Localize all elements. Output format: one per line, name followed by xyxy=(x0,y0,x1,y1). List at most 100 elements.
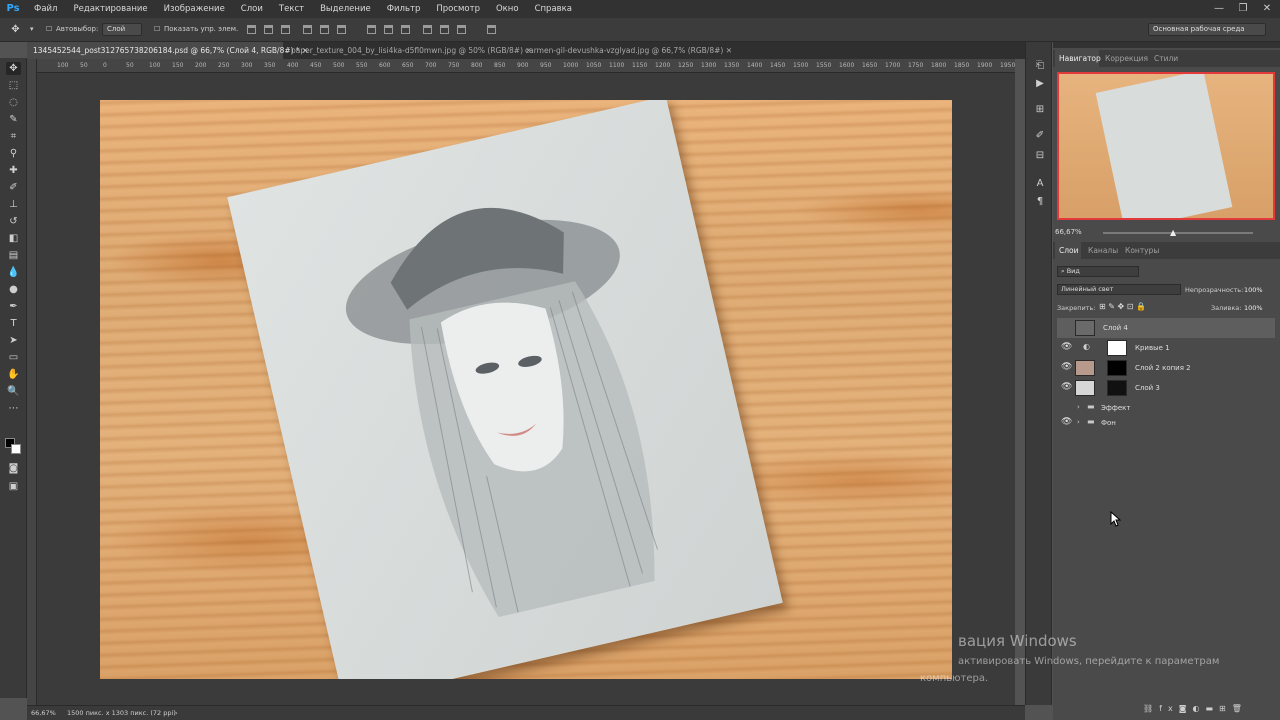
ruler-tick-label: 1300 xyxy=(701,62,717,69)
actions-play-icon[interactable]: ▶ xyxy=(1034,78,1046,90)
path-select-tool-icon[interactable]: ➤ xyxy=(6,334,21,347)
document-canvas[interactable] xyxy=(100,100,952,679)
zoom-tool-icon[interactable]: 🔍 xyxy=(6,385,21,398)
move-tool-icon[interactable]: ✥ xyxy=(8,23,23,36)
tab-document-1[interactable]: 1345452544_post312765738206184.psd @ 66,… xyxy=(27,42,308,59)
lasso-tool-icon[interactable]: ◌ xyxy=(6,96,21,109)
tab-document-2[interactable]: paper_texture_004_by_lisi4ka-d5fl0mwn.jp… xyxy=(285,42,532,59)
menu-file[interactable]: Файл xyxy=(26,0,65,18)
hand-tool-icon[interactable]: ✋ xyxy=(6,368,21,381)
screen-mode-icon[interactable]: ▣ xyxy=(6,480,21,493)
restore-button[interactable]: ❐ xyxy=(1232,0,1254,18)
brush-settings-icon[interactable]: ✐ xyxy=(1034,130,1046,142)
workspace-dropdown[interactable]: Основная рабочая среда xyxy=(1148,23,1266,36)
autoselect-checkbox[interactable]: ☐ xyxy=(46,25,52,33)
close-tab-icon[interactable]: ✕ xyxy=(726,46,732,55)
clone-stamp-tool-icon[interactable]: ⊥ xyxy=(6,198,21,211)
navigator-zoom-value[interactable]: 66,67% xyxy=(1055,228,1082,236)
opacity-input[interactable]: 100% xyxy=(1244,286,1263,294)
eye-icon[interactable]: 👁 xyxy=(1061,417,1072,427)
status-arrow-icon[interactable]: › xyxy=(175,709,178,717)
menu-help[interactable]: Справка xyxy=(527,0,580,18)
distribute-bottom-icon[interactable] xyxy=(401,25,410,34)
menu-type[interactable]: Текст xyxy=(271,0,312,18)
eye-icon[interactable]: 👁 xyxy=(1061,342,1072,352)
type-tool-icon[interactable]: T xyxy=(6,317,21,330)
blend-mode-dropdown[interactable]: Линейный свет xyxy=(1057,284,1181,295)
brush-tool-icon[interactable]: ✐ xyxy=(6,181,21,194)
lock-icons[interactable]: ⊞ ✎ ✥ ⊡ 🔒 xyxy=(1099,302,1146,311)
zoom-slider-thumb-icon[interactable]: ▲ xyxy=(1170,228,1176,237)
menu-window[interactable]: Окно xyxy=(488,0,527,18)
fill-input[interactable]: 100% xyxy=(1244,304,1263,312)
distribute-vcenter-icon[interactable] xyxy=(384,25,393,34)
layer-footer-buttons[interactable]: ⛓fx◙◐▬⊞🗑 xyxy=(1143,704,1248,713)
brush-presets-icon[interactable]: ⊟ xyxy=(1034,150,1046,162)
navigator-zoom-slider[interactable] xyxy=(1103,232,1253,234)
canvas-area[interactable] xyxy=(37,73,1015,705)
tab-styles[interactable]: Стили xyxy=(1154,54,1178,63)
distribute-right-icon[interactable] xyxy=(457,25,466,34)
shape-tool-icon[interactable]: ▭ xyxy=(6,351,21,364)
menu-image[interactable]: Изображение xyxy=(156,0,233,18)
navigator-preview[interactable] xyxy=(1057,72,1275,220)
layer-filter-dropdown[interactable]: ⌕ Вид xyxy=(1057,266,1139,277)
align-hcenter-icon[interactable] xyxy=(320,25,329,34)
menu-view[interactable]: Просмотр xyxy=(428,0,488,18)
history-icon[interactable]: ⎗ xyxy=(1034,60,1046,72)
minimize-button[interactable]: — xyxy=(1208,0,1230,18)
tab-navigator[interactable]: Навигатор xyxy=(1059,54,1101,63)
align-top-icon[interactable] xyxy=(247,25,256,34)
eye-icon[interactable]: 👁 xyxy=(1061,362,1072,372)
history-brush-tool-icon[interactable]: ↺ xyxy=(6,215,21,228)
character-icon[interactable]: A xyxy=(1034,178,1046,190)
eye-icon[interactable]: 👁 xyxy=(1061,382,1072,392)
crop-tool-icon[interactable]: ⌗ xyxy=(6,130,21,143)
move-tool-icon[interactable]: ✥ xyxy=(6,62,21,75)
gradient-tool-icon[interactable]: ▤ xyxy=(6,249,21,262)
blur-tool-icon[interactable]: 💧 xyxy=(6,266,21,279)
distribute-left-icon[interactable] xyxy=(423,25,432,34)
autoselect-dropdown[interactable]: Слой xyxy=(102,23,142,36)
status-zoom[interactable]: 66,67% xyxy=(31,709,56,717)
tab-layers[interactable]: Слои xyxy=(1059,246,1079,255)
layer-row-sloy2-kopiya2[interactable]: 👁 Слой 2 копия 2 xyxy=(1057,358,1275,378)
chevron-right-icon[interactable]: › xyxy=(1077,418,1080,426)
quick-select-tool-icon[interactable]: ✎ xyxy=(6,113,21,126)
chevron-right-icon[interactable]: › xyxy=(1077,403,1080,411)
layer-row-sloy4[interactable]: Слой 4 xyxy=(1057,318,1275,338)
background-color-swatch[interactable] xyxy=(11,444,21,454)
curves-adjustment-icon: ◐ xyxy=(1083,342,1090,351)
paper-sketch-image xyxy=(227,100,783,679)
distribute-top-icon[interactable] xyxy=(367,25,376,34)
more-tools-icon[interactable]: ⋯ xyxy=(6,402,21,415)
tab-document-3[interactable]: carmen-gil-devushka-vzglyad.jpg @ 66,7% … xyxy=(519,42,739,59)
tab-paths[interactable]: Контуры xyxy=(1125,246,1159,255)
menu-select[interactable]: Выделение xyxy=(312,0,379,18)
quick-mask-icon[interactable]: ◙ xyxy=(6,462,21,475)
show-controls-checkbox[interactable]: ☐ xyxy=(154,25,160,33)
tab-channels[interactable]: Каналы xyxy=(1088,246,1118,255)
pen-tool-icon[interactable]: ✒ xyxy=(6,300,21,313)
eyedropper-tool-icon[interactable]: ⚲ xyxy=(6,147,21,160)
align-right-icon[interactable] xyxy=(337,25,346,34)
align-bottom-icon[interactable] xyxy=(281,25,290,34)
healing-brush-tool-icon[interactable]: ✚ xyxy=(6,164,21,177)
dodge-tool-icon[interactable]: ● xyxy=(6,283,21,296)
marquee-tool-icon[interactable]: ⬚ xyxy=(6,79,21,92)
layer-row-curves[interactable]: 👁 ◐ Кривые 1 xyxy=(1057,338,1275,358)
close-window-button[interactable]: ✕ xyxy=(1256,0,1278,18)
align-vcenter-icon[interactable] xyxy=(264,25,273,34)
menu-edit[interactable]: Редактирование xyxy=(65,0,155,18)
menu-layer[interactable]: Слои xyxy=(233,0,271,18)
paragraph-icon[interactable]: ¶ xyxy=(1034,196,1046,208)
properties-icon[interactable]: ⊞ xyxy=(1034,104,1046,116)
layer-group-background[interactable]: 👁 › ▬ Фон xyxy=(1057,413,1275,433)
distribute-hcenter-icon[interactable] xyxy=(440,25,449,34)
eraser-tool-icon[interactable]: ◧ xyxy=(6,232,21,245)
layer-row-sloy3[interactable]: 👁 Слой 3 xyxy=(1057,378,1275,398)
tab-adjustments[interactable]: Коррекция xyxy=(1105,54,1148,63)
menu-filter[interactable]: Фильтр xyxy=(379,0,429,18)
auto-align-icon[interactable] xyxy=(487,25,496,34)
align-left-icon[interactable] xyxy=(303,25,312,34)
